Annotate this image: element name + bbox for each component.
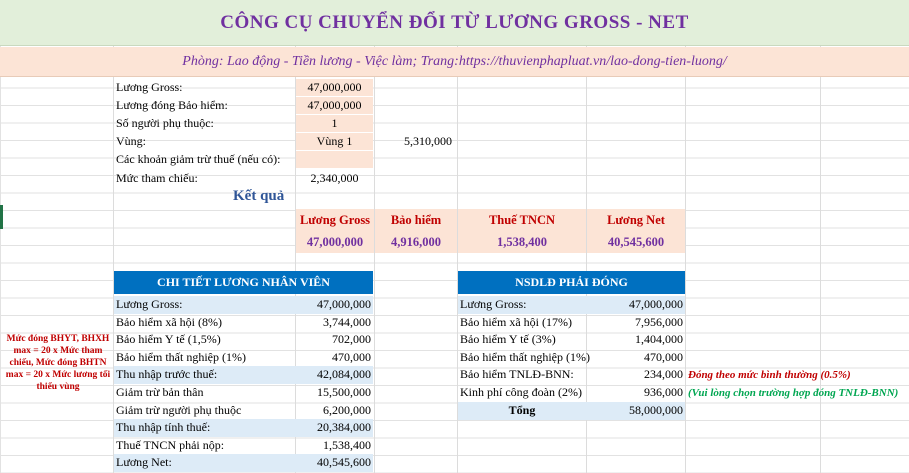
table-row: Bảo hiểm TNLĐ-BNN: 234,000 bbox=[458, 366, 685, 384]
employer-row-label: Kinh phí công đoàn (2%) bbox=[460, 385, 582, 399]
employee-row-label: Giảm trừ người phụ thuộc bbox=[116, 402, 242, 417]
employer-total-value: 58,000,000 bbox=[629, 403, 683, 417]
employee-row-label: Bảo hiểm Y tế (1,5%) bbox=[116, 332, 221, 347]
employee-table-title: CHI TIẾT LƯƠNG NHÂN VIÊN bbox=[114, 271, 373, 294]
table-row: Giảm trừ người phụ thuộc 6,200,000 bbox=[114, 402, 373, 420]
table-row: Lương Net: 40,545,600 bbox=[114, 454, 373, 472]
table-row: Bảo hiểm Y tế (1,5%) 702,000 bbox=[114, 331, 373, 349]
result-header-insurance: Bảo hiểm bbox=[375, 209, 457, 231]
insurance-salary-label: Lương đóng Bảo hiểm: bbox=[116, 98, 228, 112]
employee-row-value: 470,000 bbox=[332, 349, 371, 364]
table-row: Kinh phí công đoàn (2%) 936,000 bbox=[458, 384, 685, 402]
result-value-gross: 47,000,000 bbox=[296, 231, 374, 253]
table-row: Thu nhập trước thuế: 42,084,000 bbox=[114, 366, 373, 384]
table-row: Bảo hiểm Y tế (3%) 1,404,000 bbox=[458, 331, 685, 349]
table-row: Bảo hiểm thất nghiệp (1%) 470,000 bbox=[458, 349, 685, 367]
result-header-tax: Thuế TNCN bbox=[458, 209, 586, 231]
employer-row-value: 1,404,000 bbox=[635, 332, 683, 347]
employee-row-value: 40,545,600 bbox=[317, 455, 371, 470]
employee-row-value: 3,744,000 bbox=[323, 314, 371, 329]
employee-row-label: Thu nhập trước thuế: bbox=[116, 367, 218, 382]
employee-row-label: Bảo hiểm thất nghiệp (1%) bbox=[116, 349, 246, 364]
region-select[interactable]: Vùng 1 bbox=[296, 133, 373, 150]
employer-row-value: 7,956,000 bbox=[635, 314, 683, 329]
region-label: Vùng: bbox=[116, 134, 146, 148]
dependents-input[interactable]: 1 bbox=[296, 115, 373, 132]
page-title: CÔNG CỤ CHUYỂN ĐỔI TỪ LƯƠNG GROSS - NET bbox=[220, 11, 689, 33]
gross-input[interactable]: 47,000,000 bbox=[296, 79, 373, 96]
employer-row-value: 234,000 bbox=[644, 367, 683, 382]
employee-row-label: Lương Gross: bbox=[116, 297, 183, 311]
employee-row-value: 15,500,000 bbox=[317, 385, 371, 399]
employer-total-row: Tổng 58,000,000 bbox=[458, 402, 685, 420]
result-heading: Kết quả bbox=[233, 188, 285, 204]
table-row: Bảo hiểm xã hội (8%) 3,744,000 bbox=[114, 314, 373, 332]
table-row: Thuế TNCN phải nộp: 1,538,400 bbox=[114, 437, 373, 455]
employer-row-label: Lương Gross: bbox=[460, 297, 527, 311]
employee-row-label: Lương Net: bbox=[116, 455, 172, 470]
deductions-input[interactable] bbox=[296, 151, 373, 168]
employer-table-title: NSDLĐ PHẢI ĐÓNG bbox=[458, 271, 685, 294]
insurance-cap-note: Mức đóng BHYT, BHXH max = 20 x Mức tham … bbox=[5, 334, 111, 392]
gross-label: Lương Gross: bbox=[116, 80, 183, 94]
table-row: Lương Gross: 47,000,000 bbox=[458, 296, 685, 314]
result-value-tax: 1,538,400 bbox=[458, 231, 586, 253]
table-row: Bảo hiểm thất nghiệp (1%) 470,000 bbox=[114, 349, 373, 367]
table-row: Giảm trừ bản thân 15,500,000 bbox=[114, 384, 373, 402]
selected-row-marker bbox=[0, 205, 3, 229]
employer-total-label: Tổng bbox=[508, 403, 536, 417]
employer-row-label: Bảo hiểm TNLĐ-BNN: bbox=[460, 367, 574, 382]
employee-row-value: 47,000,000 bbox=[317, 297, 371, 311]
employee-row-value: 20,384,000 bbox=[317, 420, 371, 435]
employee-row-value: 42,084,000 bbox=[317, 367, 371, 382]
insurance-salary-input[interactable]: 47,000,000 bbox=[296, 97, 373, 114]
result-header-gross: Lương Gross bbox=[296, 209, 374, 231]
deductions-label: Các khoản giảm trừ thuế (nếu có): bbox=[116, 152, 281, 166]
employer-row-label: Bảo hiểm xã hội (17%) bbox=[460, 314, 572, 329]
employee-row-value: 702,000 bbox=[332, 332, 371, 347]
employee-row-label: Thuế TNCN phải nộp: bbox=[116, 437, 225, 452]
table-row: Thu nhập tính thuế: 20,384,000 bbox=[114, 419, 373, 437]
result-header-net: Lương Net bbox=[587, 209, 685, 231]
result-value-insurance: 4,916,000 bbox=[375, 231, 457, 253]
table-row: Lương Gross: 47,000,000 bbox=[114, 296, 373, 314]
employee-row-label: Thu nhập tính thuế: bbox=[116, 420, 211, 435]
title-banner: CÔNG CỤ CHUYỂN ĐỔI TỪ LƯƠNG GROSS - NET bbox=[0, 0, 909, 46]
table-row: Bảo hiểm xã hội (17%) 7,956,000 bbox=[458, 314, 685, 332]
employer-row-label: Bảo hiểm thất nghiệp (1%) bbox=[460, 349, 590, 364]
dependents-label: Số người phụ thuộc: bbox=[116, 116, 214, 130]
subtitle-banner: Phòng: Lao động - Tiền lương - Việc làm;… bbox=[0, 47, 909, 77]
union-note: (Vui lòng chọn trường hợp đóng TNLĐ-BNN) bbox=[688, 387, 899, 399]
employer-row-value: 936,000 bbox=[644, 385, 683, 399]
tnld-note: Đóng theo mức bình thường (0.5%) bbox=[688, 369, 851, 381]
employer-row-value: 47,000,000 bbox=[629, 297, 683, 311]
employer-row-value: 470,000 bbox=[644, 349, 683, 364]
employee-row-label: Giảm trừ bản thân bbox=[116, 385, 204, 399]
employee-row-value: 1,538,400 bbox=[323, 437, 371, 452]
employee-row-label: Bảo hiểm xã hội (8%) bbox=[116, 314, 222, 329]
reference-value: 2,340,000 bbox=[310, 171, 359, 185]
employee-row-value: 6,200,000 bbox=[323, 402, 371, 417]
region-min-wage: 5,310,000 bbox=[404, 134, 452, 148]
employer-row-label: Bảo hiểm Y tế (3%) bbox=[460, 332, 556, 347]
reference-label: Mức tham chiếu: bbox=[116, 171, 198, 185]
result-value-net: 40,545,600 bbox=[587, 231, 685, 253]
page-subtitle: Phòng: Lao động - Tiền lương - Việc làm;… bbox=[182, 53, 727, 69]
